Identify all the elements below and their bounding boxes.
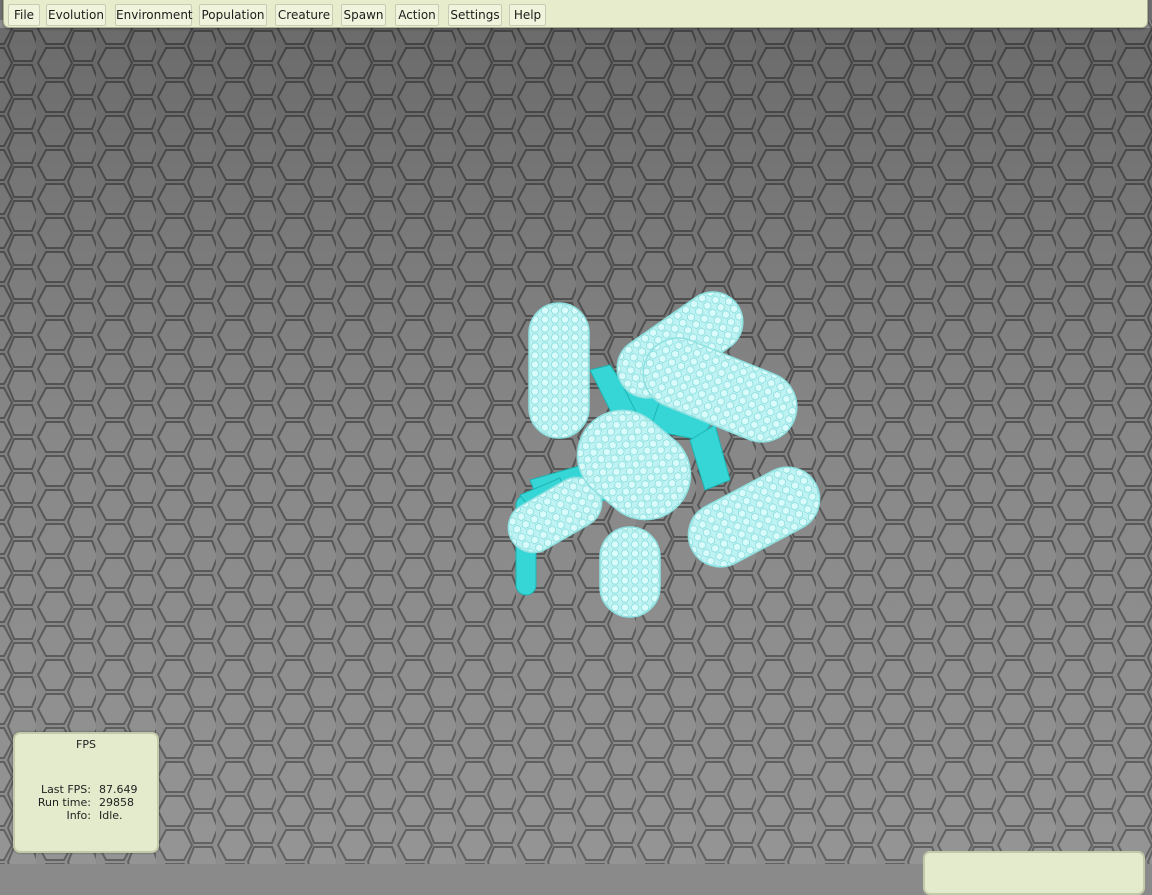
fps-panel-title: FPS (76, 738, 96, 751)
menu-bar: File Evolution Environment Population Cr… (3, 0, 1148, 28)
fps-label: Info: (66, 809, 91, 822)
simulation-viewport[interactable] (0, 0, 1152, 864)
creature-limb (528, 302, 590, 439)
fps-row-last-fps: Last FPS: 87.649 (15, 783, 157, 796)
menu-spawn[interactable]: Spawn (341, 4, 386, 26)
menu-environment[interactable]: Environment (115, 4, 193, 26)
fps-label: Last FPS: (40, 783, 91, 796)
menu-population[interactable]: Population (199, 4, 267, 26)
hex-floor (0, 20, 1152, 864)
fps-panel[interactable]: FPS Last FPS: 87.649 Run time: 29858 Inf… (13, 732, 159, 853)
creature-limb (599, 526, 661, 618)
bottom-right-panel[interactable] (923, 851, 1145, 895)
fps-label: Run time: (37, 796, 91, 809)
fps-row-run-time: Run time: 29858 (15, 796, 157, 809)
fps-value: 87.649 (99, 783, 138, 796)
menu-action[interactable]: Action (395, 4, 439, 26)
menu-settings[interactable]: Settings (448, 4, 502, 26)
menu-evolution[interactable]: Evolution (46, 4, 106, 26)
fps-value: Idle. (99, 809, 123, 822)
menu-help[interactable]: Help (509, 4, 546, 26)
fps-row-info: Info: Idle. (15, 809, 157, 822)
fps-value: 29858 (99, 796, 134, 809)
scene-canvas (0, 20, 1152, 864)
menu-file[interactable]: File (8, 4, 40, 26)
menu-creature[interactable]: Creature (275, 4, 333, 26)
